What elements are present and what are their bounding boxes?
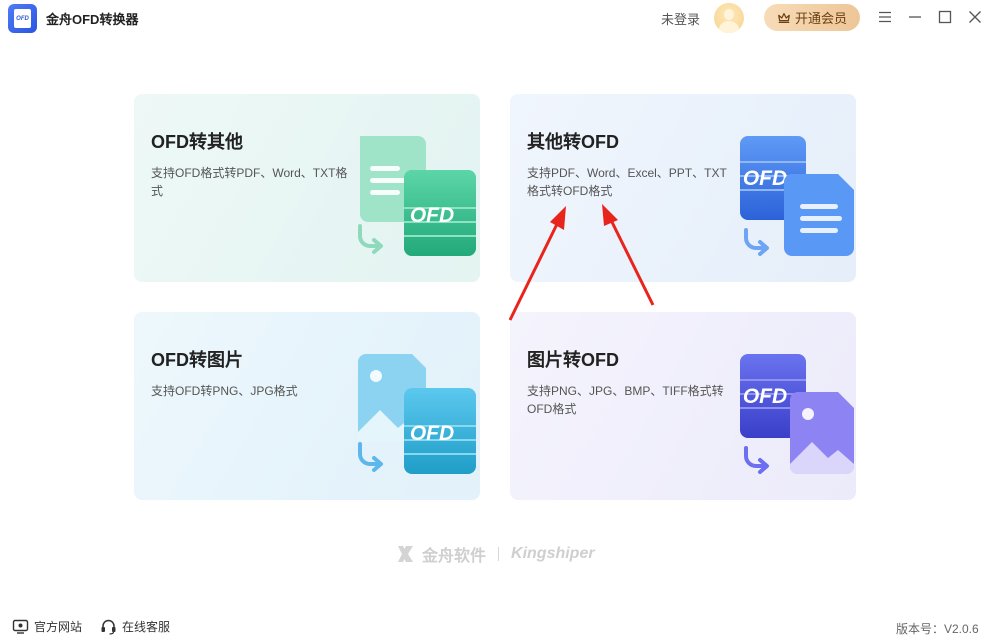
crown-icon <box>778 12 790 23</box>
doc-to-ofd-icon: OFD <box>740 136 854 256</box>
avatar[interactable] <box>714 3 744 33</box>
app-title: 金舟OFD转换器 <box>46 12 139 27</box>
card-description: 支持PNG、JPG、BMP、TIFF格式转OFD格式 <box>527 384 724 416</box>
app-logo: OFD <box>8 4 37 33</box>
maximize-button[interactable] <box>936 8 954 26</box>
avatar-body-icon <box>719 21 739 33</box>
online-support-label: 在线客服 <box>122 620 171 634</box>
title-bar: OFD 金舟OFD转换器 未登录 开通会员 <box>0 0 990 36</box>
card-ofd-to-other[interactable]: OFD转其他 支持OFD格式转PDF、Word、TXT格式 OFD <box>134 94 480 282</box>
brand-cn: 金舟软件 <box>422 548 487 565</box>
card-badge: OFD <box>410 422 454 445</box>
close-icon <box>969 11 981 23</box>
monitor-icon <box>12 619 29 634</box>
card-ofd-to-image[interactable]: OFD转图片 支持OFD转PNG、JPG格式 OFD <box>134 312 480 500</box>
app-window: OFD 金舟OFD转换器 未登录 开通会员 OFD转其他 支持OFD格式转PDF… <box>0 0 990 643</box>
app-logo-badge: OFD <box>14 9 31 28</box>
card-image-to-ofd[interactable]: 图片转OFD 支持PNG、JPG、BMP、TIFF格式转OFD格式 OFD <box>510 312 856 500</box>
card-description: 支持OFD转PNG、JPG格式 <box>151 384 298 398</box>
maximize-icon <box>938 10 952 24</box>
card-title: 图片转OFD <box>527 350 619 370</box>
card-title: 其他转OFD <box>527 132 619 152</box>
card-description: 支持PDF、Word、Excel、PPT、TXT格式转OFD格式 <box>527 166 727 198</box>
menu-button[interactable] <box>876 8 894 26</box>
brand-divider <box>498 547 500 561</box>
card-title: OFD转图片 <box>151 350 243 370</box>
brand-en: Kingshiper <box>511 545 595 562</box>
minimize-icon <box>909 16 921 18</box>
image-to-ofd-icon: OFD <box>740 354 854 474</box>
card-description: 支持OFD格式转PDF、Word、TXT格式 <box>151 166 348 198</box>
close-button[interactable] <box>966 8 984 26</box>
minimize-button[interactable] <box>906 8 924 26</box>
vip-button[interactable]: 开通会员 <box>764 4 860 31</box>
brand-watermark: 金舟软件 Kingshiper <box>396 543 595 565</box>
version-label: 版本号：V2.0.6 <box>896 622 979 636</box>
headset-icon <box>101 619 116 635</box>
card-badge: OFD <box>743 167 787 190</box>
kingshiper-logo-icon <box>398 546 413 562</box>
ofd-to-image-icon: OFD <box>358 354 476 474</box>
card-title: OFD转其他 <box>151 132 243 152</box>
login-status[interactable]: 未登录 <box>661 9 700 28</box>
online-support-link[interactable]: 在线客服 <box>100 618 170 635</box>
card-other-to-ofd[interactable]: 其他转OFD 支持PDF、Word、Excel、PPT、TXT格式转OFD格式 … <box>510 94 856 282</box>
official-website-link[interactable]: 官方网站 <box>12 618 82 635</box>
card-badge: OFD <box>743 385 787 408</box>
vip-button-label: 开通会员 <box>794 11 847 26</box>
menu-icon <box>879 11 891 23</box>
card-badge: OFD <box>410 204 454 227</box>
official-website-label: 官方网站 <box>34 620 83 634</box>
avatar-head-icon <box>724 9 734 20</box>
ofd-to-doc-icon: OFD <box>358 136 476 256</box>
